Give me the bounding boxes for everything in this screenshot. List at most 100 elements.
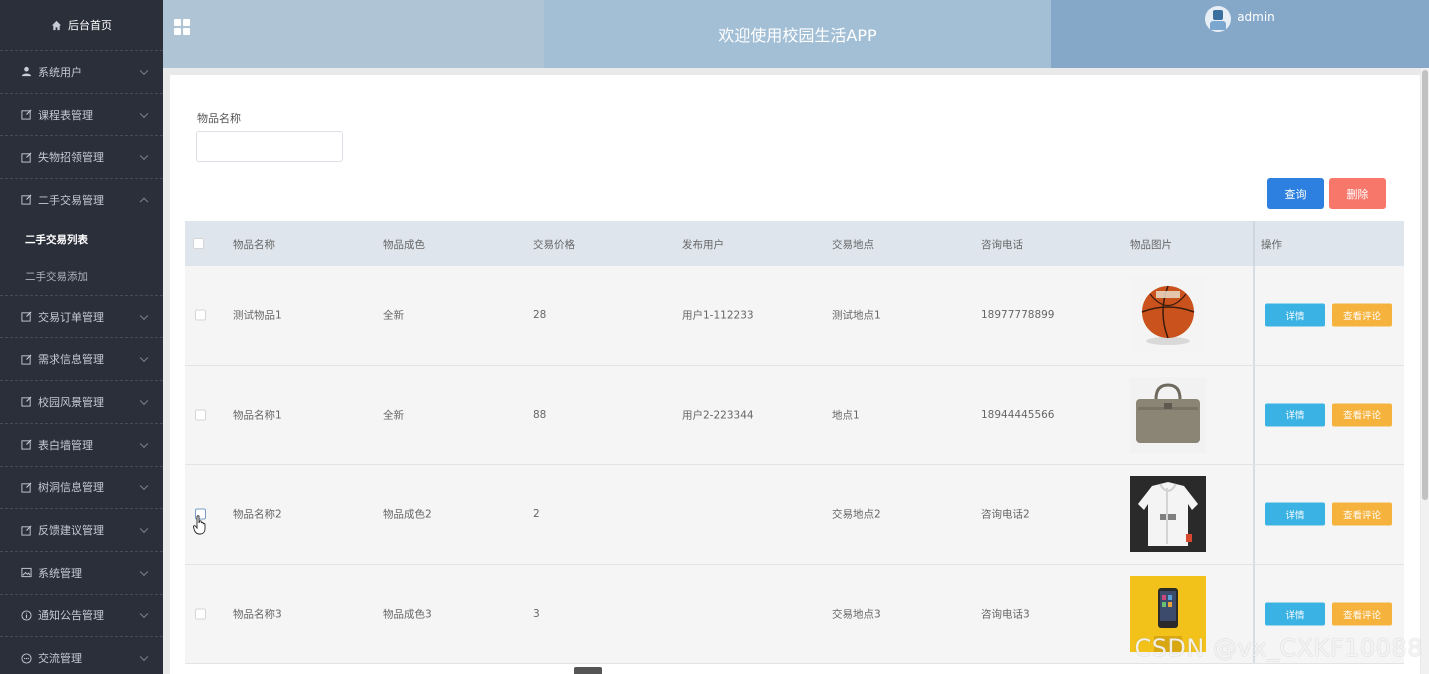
sidebar-item-lost-found[interactable]: 失物招领管理 xyxy=(0,135,163,178)
image-icon xyxy=(20,567,32,579)
item-name-input[interactable] xyxy=(196,131,343,162)
column-header: 物品名称 xyxy=(233,239,275,251)
table-row: 测试物品1 全新 28 用户1-112233 测试地点1 18977778899… xyxy=(185,266,1404,366)
select-all-checkbox[interactable] xyxy=(193,238,204,249)
item-image-bag xyxy=(1130,376,1206,453)
column-header: 物品图片 xyxy=(1130,239,1172,251)
info-icon xyxy=(20,609,32,621)
data-table: 物品名称 物品成色 交易价格 发布用户 交易地点 咨询电话 物品图片 操作 测试… xyxy=(185,221,1404,665)
chevron-up-icon xyxy=(139,197,149,206)
chevron-down-icon xyxy=(139,151,149,161)
home-icon xyxy=(51,20,62,30)
cell-price: 88 xyxy=(533,408,547,421)
sidebar-item-chat[interactable]: 交流管理 xyxy=(0,636,163,674)
edit-icon xyxy=(20,481,32,493)
scrollbar-thumb[interactable] xyxy=(1422,70,1428,500)
table-row: 物品名称2 物品成色2 2 交易地点2 咨询电话2 详情 查看评论 xyxy=(185,465,1404,565)
detail-button[interactable]: 详情 xyxy=(1265,303,1325,327)
sidebar-home-label: 后台首页 xyxy=(68,19,112,32)
chevron-down-icon xyxy=(139,652,149,662)
column-header: 咨询电话 xyxy=(981,239,1023,251)
page-scrollbar[interactable] xyxy=(1421,68,1429,674)
view-comments-button[interactable]: 查看评论 xyxy=(1332,602,1392,626)
user-menu[interactable]: admin xyxy=(1051,0,1429,68)
cell-name: 物品名称1 xyxy=(233,409,282,422)
sidebar-item-label: 课程表管理 xyxy=(38,108,93,122)
cell-phone: 18944445566 xyxy=(981,408,1055,421)
cell-location: 交易地点3 xyxy=(832,608,881,621)
table-row: 物品名称1 全新 88 用户2-223344 地点1 18944445566 详… xyxy=(185,365,1404,466)
column-header: 操作 xyxy=(1261,239,1282,251)
detail-button[interactable]: 详情 xyxy=(1265,403,1325,427)
hand-cursor-icon xyxy=(193,515,206,535)
chevron-down-icon xyxy=(139,311,149,320)
chat-icon xyxy=(20,652,32,664)
view-comments-button[interactable]: 查看评论 xyxy=(1332,403,1392,427)
user-icon xyxy=(20,66,32,78)
avatar xyxy=(1205,6,1232,32)
sidebar-item-course[interactable]: 课程表管理 xyxy=(0,92,163,136)
sidebar-item-secondhand[interactable]: 二手交易管理 xyxy=(0,178,163,221)
sidebar-item-treehole[interactable]: 树洞信息管理 xyxy=(0,465,163,509)
sidebar-home[interactable]: 后台首页 xyxy=(0,0,163,50)
detail-button[interactable]: 详情 xyxy=(1265,602,1325,626)
chevron-down-icon xyxy=(139,609,149,619)
column-header: 发布用户 xyxy=(682,239,724,251)
cell-user: 用户2-223344 xyxy=(682,409,754,422)
cell-condition: 物品成色3 xyxy=(383,608,432,621)
column-header: 交易地点 xyxy=(832,239,874,251)
chevron-down-icon xyxy=(139,567,149,576)
cell-phone: 咨询电话3 xyxy=(981,608,1030,621)
edit-icon xyxy=(20,311,32,323)
cell-location: 交易地点2 xyxy=(832,508,881,521)
top-bar-left xyxy=(163,0,544,68)
row-checkbox[interactable] xyxy=(195,309,206,321)
sidebar-item-label: 校园风景管理 xyxy=(38,395,104,409)
page-title: 欢迎使用校园生活APP xyxy=(544,0,1051,68)
sidebar-item-confession[interactable]: 表白墙管理 xyxy=(0,422,163,466)
chevron-down-icon xyxy=(139,524,149,534)
sidebar-item-label: 交易订单管理 xyxy=(38,310,104,324)
sidebar-item-notice[interactable]: 通知公告管理 xyxy=(0,593,163,637)
sidebar-subitem-secondhand-list[interactable]: 二手交易列表 xyxy=(0,221,163,258)
edit-icon xyxy=(20,353,32,365)
edit-icon xyxy=(20,439,32,451)
item-image-jacket xyxy=(1130,476,1206,553)
view-comments-button[interactable]: 查看评论 xyxy=(1332,303,1392,327)
tooltip xyxy=(574,667,602,674)
edit-icon xyxy=(20,151,32,163)
cell-name: 物品名称3 xyxy=(233,608,282,621)
filter-label: 物品名称 xyxy=(197,112,241,125)
sidebar-item-system[interactable]: 系统管理 xyxy=(0,550,163,594)
row-checkbox[interactable] xyxy=(195,608,206,620)
username: admin xyxy=(1237,10,1275,24)
sidebar-item-scenery[interactable]: 校园风景管理 xyxy=(0,380,163,423)
sidebar-item-feedback[interactable]: 反馈建议管理 xyxy=(0,508,163,551)
cell-price: 28 xyxy=(533,309,547,322)
column-header: 交易价格 xyxy=(533,239,575,251)
top-bar: 欢迎使用校园生活APP admin xyxy=(163,0,1429,68)
cell-price: 3 xyxy=(533,608,540,621)
cell-location: 地点1 xyxy=(832,409,860,422)
cell-phone: 咨询电话2 xyxy=(981,508,1030,521)
detail-button[interactable]: 详情 xyxy=(1265,502,1325,526)
edit-icon xyxy=(20,524,32,536)
sidebar-item-label: 二手交易管理 xyxy=(38,193,104,207)
cell-condition: 物品成色2 xyxy=(383,508,432,521)
sidebar-item-label: 表白墙管理 xyxy=(38,438,93,452)
sidebar-item-orders[interactable]: 交易订单管理 xyxy=(0,294,163,338)
sidebar-item-system-users[interactable]: 系统用户 xyxy=(0,50,163,93)
chevron-down-icon xyxy=(139,66,149,75)
cell-price: 2 xyxy=(533,508,540,521)
view-comments-button[interactable]: 查看评论 xyxy=(1332,502,1392,526)
sidebar-item-label: 失物招领管理 xyxy=(38,151,104,165)
sidebar-item-label: 交流管理 xyxy=(38,652,82,666)
delete-button[interactable]: 删除 xyxy=(1329,178,1386,209)
sidebar-item-demand[interactable]: 需求信息管理 xyxy=(0,337,163,380)
sidebar-subitem-secondhand-add[interactable]: 二手交易添加 xyxy=(0,258,163,295)
watermark: CSDN @vx_CXKF10088 xyxy=(1134,634,1423,662)
menu-grid-icon[interactable] xyxy=(174,19,190,35)
query-button[interactable]: 查询 xyxy=(1267,178,1324,209)
sidebar-item-label: 系统用户 xyxy=(38,65,82,79)
row-checkbox[interactable] xyxy=(195,409,206,421)
